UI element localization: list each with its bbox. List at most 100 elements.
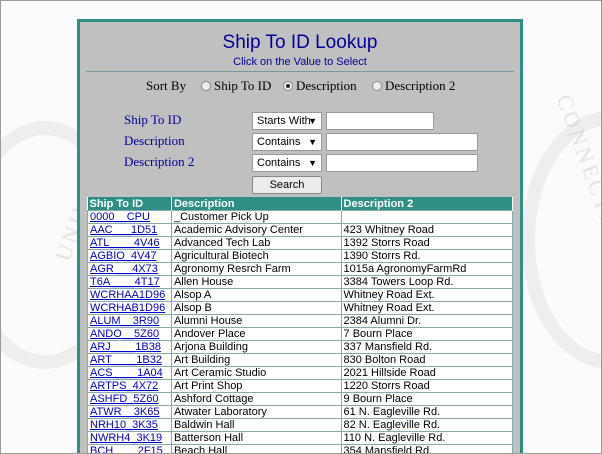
description-2-cell[interactable]: Whitney Road Ext. [340,288,514,302]
ship-to-id-link[interactable]: WCRHAB1D96 [90,303,165,314]
table-row[interactable]: WCRHAB1D96 Alsop B Whitney Road Ext. [87,301,514,315]
description-2-cell[interactable]: 1220 Storrs Road [340,379,514,393]
filter-input-description[interactable] [326,133,478,151]
filter-operator-description-2[interactable]: Contains ▼ [252,154,322,172]
description-cell[interactable]: Ashford Cottage [170,392,342,406]
table-row[interactable]: NWRH4_3K19 Batterson Hall 110 N. Eaglevill… [87,431,514,445]
ship-to-id-link[interactable]: NRH10_3K35 [90,420,158,431]
description-2-cell[interactable]: 2021 Hillside Road [340,366,514,380]
ship-to-id-link[interactable]: ART____1B32 [90,355,162,366]
description-cell[interactable]: Baldwin Hall [170,418,342,432]
filter-input-ship-to-id[interactable] [326,112,434,130]
ship-to-id-link[interactable]: ALUM__3R90 [90,316,159,327]
description-2-cell[interactable]: Whitney Road Ext. [340,301,514,315]
description-cell[interactable]: Alsop B [170,301,342,315]
ship-to-id-link[interactable]: ARTPS_4X72 [90,381,158,392]
table-row[interactable]: NRH10_3K35 Baldwin Hall 82 N. Eagleville R… [87,418,514,432]
description-cell[interactable]: Academic Advisory Center [170,223,342,237]
ship-to-id-link[interactable]: BCH____2F15 [90,446,163,454]
description-2-cell[interactable]: 61 N. Eagleville Rd. [340,405,514,419]
search-button[interactable]: Search [252,176,322,194]
description-cell[interactable]: Alumni House [170,314,342,328]
filter-operator-description-value: Contains [257,136,301,148]
table-row[interactable]: ARTPS_4X72 Art Print Shop 1220 Storrs Road [87,379,514,393]
description-cell[interactable]: Batterson Hall [170,431,342,445]
ship-to-id-link[interactable]: AGBIO_4V47 [90,251,157,262]
description-cell[interactable]: Art Ceramic Studio [170,366,342,380]
ship-to-id-link[interactable]: T6A____4T17 [90,277,160,288]
description-2-cell[interactable]: 830 Bolton Road [340,353,514,367]
ship-to-id-link[interactable]: WCRHAA1D96 [90,290,165,301]
ship-to-id-cell: AGR___4X73 [87,262,172,276]
table-row[interactable]: ACS____1A04 Art Ceramic Studio 2021 Hillsi… [87,366,514,380]
table-row[interactable]: ATWR__3K65 Atwater Laboratory 61 N. Eaglev… [87,405,514,419]
table-row[interactable]: AAC___1D51 Academic Advisory Center 423 Wh… [87,223,514,237]
description-cell[interactable]: Allen House [170,275,342,289]
table-row[interactable]: WCRHAA1D96 Alsop A Whitney Road Ext. [87,288,514,302]
description-cell[interactable]: Alsop A [170,288,342,302]
description-cell[interactable]: Atwater Laboratory [170,405,342,419]
ship-to-id-link[interactable]: ARJ____1B38 [90,342,161,353]
table-row[interactable]: ASHFD_5Z60 Ashford Cottage 9 Bourn Place [87,392,514,406]
table-row[interactable]: BCH____2F15 Beach Hall 354 Mansfield Rd. [87,444,514,454]
ship-to-id-link[interactable]: ASHFD_5Z60 [90,394,158,405]
description-cell[interactable]: Art Building [170,353,342,367]
description-2-cell[interactable]: 3384 Towers Loop Rd. [340,275,514,289]
description-2-cell[interactable] [340,210,514,224]
ship-to-id-link[interactable]: AGR___4X73 [90,264,158,275]
table-row[interactable]: AGBIO_4V47 Agricultural Biotech 1390 Storr… [87,249,514,263]
ship-to-id-cell: ATL____4V46 [87,236,172,250]
ship-to-id-link[interactable]: 0000__CPU [90,212,150,223]
column-header-description[interactable]: Description [171,197,342,211]
description-cell[interactable]: Agronomy Resrch Farm [170,262,342,276]
description-2-cell[interactable]: 1015a AgronomyFarmRd [340,262,514,276]
filter-label-description-2: Description 2 [124,154,195,169]
ship-to-id-cell: ATWR__3K65 [87,405,172,419]
ship-to-id-link[interactable]: ACS____1A04 [90,368,163,379]
ship-to-id-link[interactable]: ATL____4V46 [90,238,160,249]
sort-radio-description[interactable] [283,81,293,91]
description-cell[interactable]: Art Print Shop [170,379,342,393]
description-cell[interactable]: Andover Place [170,327,342,341]
table-row[interactable]: ARJ____1B38 Arjona Building 337 Mansfield … [87,340,514,354]
ship-to-id-link[interactable]: ATWR__3K65 [90,407,160,418]
table-row[interactable]: 0000__CPU _Customer Pick Up [87,210,514,224]
description-2-cell[interactable]: 1392 Storrs Road [340,236,514,250]
table-row[interactable]: AGR___4X73 Agronomy Resrch Farm 1015a Agro… [87,262,514,276]
ship-to-id-cell: ARTPS_4X72 [87,379,172,393]
description-2-cell[interactable]: 82 N. Eagleville Rd. [340,418,514,432]
chevron-down-icon: ▼ [308,158,317,168]
ship-to-id-cell: BCH____2F15 [87,444,172,454]
description-2-cell[interactable]: 354 Mansfield Rd. [340,444,514,453]
description-cell[interactable]: Beach Hall [170,444,342,453]
results-table: Ship To ID Description Description 2 000… [87,197,514,454]
ship-to-id-cell: ANDO__5Z60 [87,327,172,341]
column-header-ship-to-id[interactable]: Ship To ID [87,197,172,211]
sort-radio-description-2[interactable] [372,81,382,91]
table-row[interactable]: ANDO__5Z60 Andover Place 7 Bourn Place [87,327,514,341]
filter-operator-description[interactable]: Contains ▼ [252,133,322,151]
description-2-cell[interactable]: 9 Bourn Place [340,392,514,406]
description-cell[interactable]: Agricultural Biotech [170,249,342,263]
ship-to-id-link[interactable]: ANDO__5Z60 [90,329,159,340]
table-row[interactable]: ALUM__3R90 Alumni House 2384 Alumni Dr. [87,314,514,328]
description-cell[interactable]: Arjona Building [170,340,342,354]
description-2-cell[interactable]: 337 Mansfield Rd. [340,340,514,354]
description-2-cell[interactable]: 7 Bourn Place [340,327,514,341]
sort-radio-ship-to-id[interactable] [201,81,211,91]
description-2-cell[interactable]: 423 Whitney Road [340,223,514,237]
description-2-cell[interactable]: 2384 Alumni Dr. [340,314,514,328]
description-cell[interactable]: Advanced Tech Lab [170,236,342,250]
description-2-cell[interactable]: 1390 Storrs Rd. [340,249,514,263]
table-row[interactable]: ART____1B32 Art Building 830 Bolton Road [87,353,514,367]
filter-operator-ship-to-id[interactable]: Starts With ▼ [252,112,322,130]
ship-to-id-link[interactable]: AAC___1D51 [90,225,157,236]
table-row[interactable]: T6A____4T17 Allen House 3384 Towers Loop R… [87,275,514,289]
column-header-description-2[interactable]: Description 2 [341,197,514,211]
table-row[interactable]: ATL____4V46 Advanced Tech Lab 1392 Storrs … [87,236,514,250]
filter-input-description-2[interactable] [326,154,478,172]
ship-to-id-link[interactable]: NWRH4_3K19 [90,433,162,444]
description-2-cell[interactable]: 110 N. Eagleville Rd. [340,431,514,445]
description-cell[interactable]: _Customer Pick Up [170,210,342,224]
ship-to-id-cell: ACS____1A04 [87,366,172,380]
